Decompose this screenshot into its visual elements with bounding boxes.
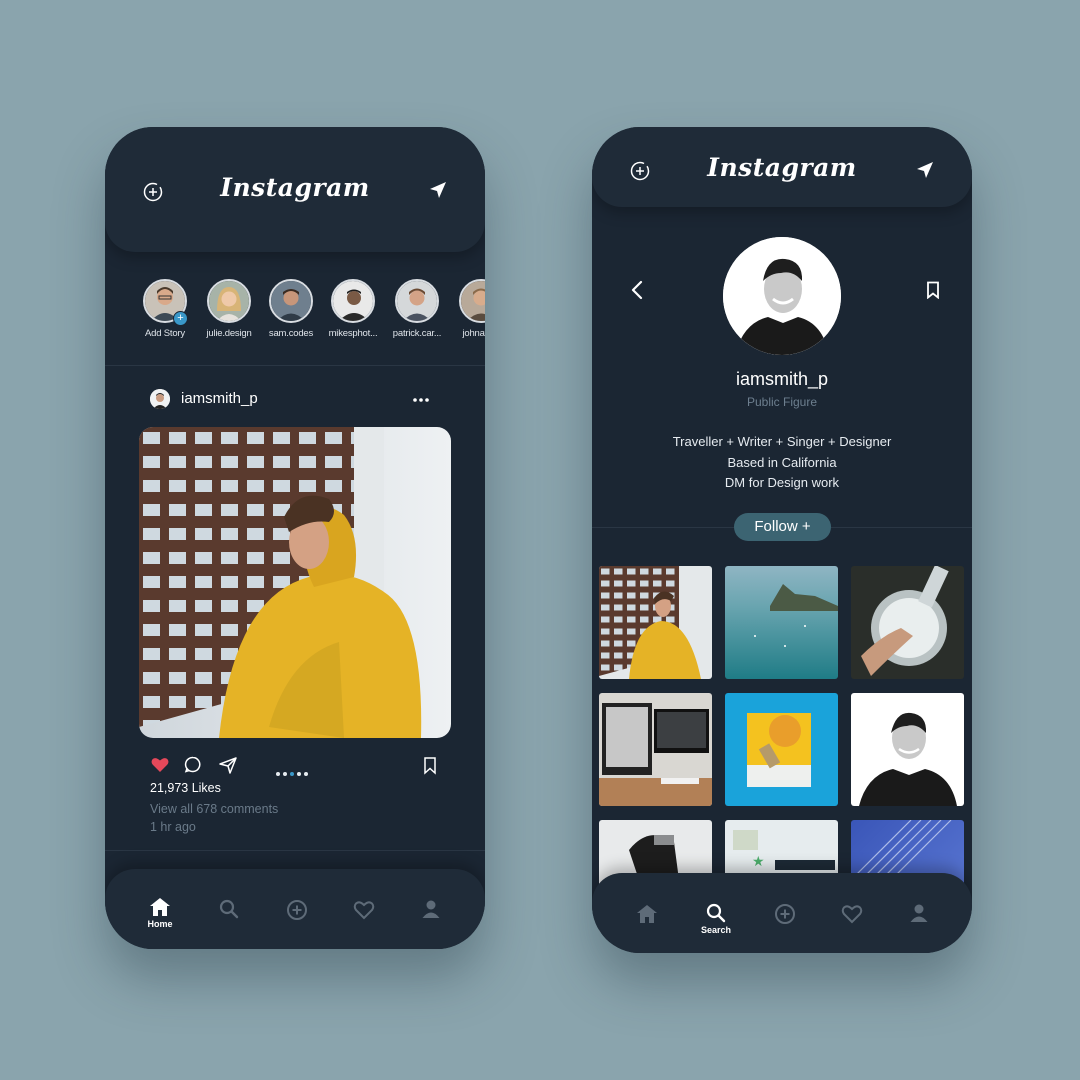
stories-row: + Add Story julie.design sam.codes mikes… <box>135 279 485 343</box>
home-icon <box>150 898 170 916</box>
more-icon[interactable] <box>412 397 430 403</box>
direct-message-icon[interactable] <box>427 179 449 201</box>
story-label: sam.codes <box>268 328 314 339</box>
avatar <box>269 279 313 323</box>
bio-line: Based in California <box>727 454 837 470</box>
grid-photo[interactable] <box>851 693 964 806</box>
story-item[interactable]: johnath... <box>451 279 485 339</box>
search-icon <box>219 899 239 919</box>
bookmark-icon[interactable] <box>420 755 440 775</box>
activity-icon <box>353 901 375 920</box>
avatar <box>207 279 251 323</box>
nav-activity[interactable] <box>832 904 872 924</box>
story-label: patrick.car... <box>392 328 442 339</box>
story-item[interactable]: mikesphot... <box>323 279 383 339</box>
story-label: johnath... <box>462 328 485 339</box>
story-label: mikesphot... <box>328 328 378 339</box>
profile-avatar[interactable] <box>723 237 841 355</box>
post-time: 1 hr ago <box>150 820 196 834</box>
feed-phone: Instagram + Add Story julie.design sam.c… <box>105 127 485 949</box>
create-icon <box>775 904 795 924</box>
back-icon[interactable] <box>630 279 644 301</box>
bookmark-icon[interactable] <box>926 281 940 299</box>
bottom-nav: Home <box>105 869 485 949</box>
heart-icon[interactable] <box>150 755 170 775</box>
grid-photo[interactable] <box>599 566 712 679</box>
story-item[interactable]: sam.codes <box>261 279 321 339</box>
post-username: iamsmith_p <box>181 390 258 407</box>
home-icon <box>637 905 657 923</box>
avatar <box>395 279 439 323</box>
profile-icon <box>910 904 928 922</box>
avatar <box>331 279 375 323</box>
nav-create[interactable] <box>765 903 805 925</box>
avatar <box>459 279 485 323</box>
bottom-nav: Search <box>592 873 972 953</box>
profile-phone: Instagram iamsmith_p Public Figure Trave… <box>592 127 972 953</box>
profile-icon <box>422 900 440 918</box>
story-item[interactable]: julie.design <box>199 279 259 339</box>
follow-button[interactable]: Follow + <box>734 513 831 541</box>
story-label: julie.design <box>206 328 252 339</box>
direct-message-icon[interactable] <box>914 159 936 181</box>
nav-search[interactable]: Search <box>696 903 736 935</box>
bio-line: DM for Design work <box>724 475 840 490</box>
search-icon <box>706 903 726 923</box>
profile-username: iamsmith_p <box>735 369 829 389</box>
add-story-badge: + <box>173 311 188 326</box>
carousel-indicator <box>276 763 311 781</box>
profile-bio: Traveller + Writer + Singer + Designer B… <box>592 432 972 494</box>
nav-search[interactable] <box>209 899 249 919</box>
post-image[interactable] <box>139 427 451 738</box>
create-icon <box>287 900 307 920</box>
divider <box>105 365 485 366</box>
grid-photo[interactable] <box>725 693 838 806</box>
nav-activity[interactable] <box>344 900 384 920</box>
grid-photo[interactable] <box>725 566 838 679</box>
divider <box>105 850 485 851</box>
svg-text:★: ★ <box>752 854 765 870</box>
view-comments-link[interactable]: View all 678 comments <box>150 802 278 816</box>
avatar <box>150 389 170 409</box>
story-item[interactable]: + Add Story <box>135 279 195 339</box>
story-item[interactable]: patrick.car... <box>387 279 447 339</box>
bio-line: Traveller + Writer + Singer + Designer <box>672 434 892 449</box>
activity-icon <box>841 905 863 924</box>
nav-profile[interactable] <box>411 899 451 919</box>
story-label: Add Story <box>145 328 185 339</box>
nav-home[interactable] <box>627 904 667 924</box>
share-icon[interactable] <box>218 755 238 775</box>
profile-role: Public Figure <box>746 395 818 409</box>
nav-label: Search <box>700 925 732 935</box>
nav-label: Home <box>147 919 173 929</box>
post-actions <box>150 755 440 776</box>
nav-home[interactable]: Home <box>140 897 180 929</box>
nav-profile[interactable] <box>899 903 939 923</box>
grid-photo[interactable] <box>599 693 712 806</box>
comment-icon[interactable] <box>183 755 203 775</box>
likes-count[interactable]: 21,973 Likes <box>150 781 221 795</box>
nav-create[interactable] <box>277 899 317 921</box>
grid-photo[interactable] <box>851 566 964 679</box>
top-bar: Instagram <box>592 127 972 207</box>
top-bar: Instagram <box>105 127 485 252</box>
